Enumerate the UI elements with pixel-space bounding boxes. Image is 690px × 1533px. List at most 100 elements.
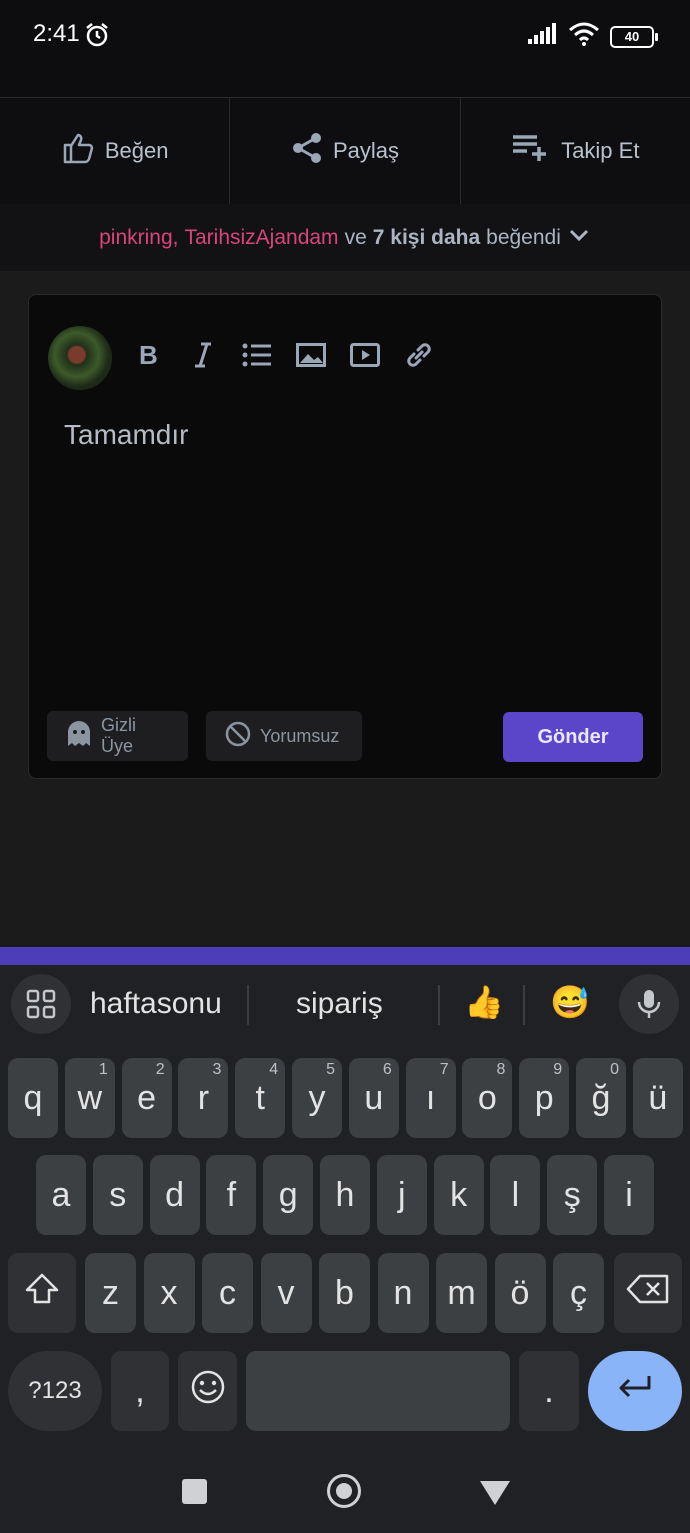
key[interactable]: ç — [553, 1253, 604, 1333]
key-label: w — [77, 1078, 103, 1117]
key[interactable]: s — [92, 1155, 143, 1235]
anonymous-member-toggle[interactable]: Gizli Üye — [47, 711, 188, 761]
suggestion-strip: haftasonu sipariş 👍 😅 — [0, 965, 690, 1045]
enter-key[interactable] — [588, 1351, 682, 1431]
no-comment-toggle[interactable]: Yorumsuz — [206, 711, 362, 761]
key[interactable]: q — [8, 1058, 58, 1138]
key[interactable]: i — [604, 1155, 654, 1235]
key[interactable]: d — [149, 1155, 200, 1235]
share-icon — [291, 132, 323, 170]
key-number-hint: 4 — [269, 1061, 279, 1078]
key[interactable]: c — [202, 1253, 253, 1333]
anonymous-label: Gizli Üye — [101, 715, 136, 756]
comma-key[interactable]: , — [111, 1351, 169, 1431]
emoji-suggestion[interactable]: 👍 — [464, 983, 504, 1021]
key[interactable]: a — [36, 1155, 86, 1235]
key[interactable]: j — [376, 1155, 427, 1235]
post-action-bar: Beğen Paylaş Takip Et — [0, 97, 690, 205]
svg-text:B: B — [139, 342, 158, 368]
apps-grid-icon[interactable] — [11, 974, 71, 1034]
key[interactable]: w1 — [64, 1058, 115, 1138]
key[interactable]: ı7 — [405, 1058, 456, 1138]
key[interactable]: r3 — [178, 1058, 229, 1138]
divider — [438, 985, 440, 1025]
recents-icon[interactable] — [182, 1479, 207, 1504]
microphone-icon[interactable] — [619, 974, 679, 1034]
key-label: ü — [648, 1078, 668, 1117]
key[interactable]: ü — [632, 1058, 683, 1138]
key[interactable]: y5 — [292, 1058, 342, 1138]
key[interactable]: ğ0 — [576, 1058, 626, 1138]
link-icon[interactable] — [404, 340, 434, 370]
key[interactable]: t4 — [235, 1058, 286, 1138]
share-button[interactable]: Paylaş — [230, 98, 461, 204]
key[interactable]: l — [490, 1155, 541, 1235]
chevron-down-icon[interactable] — [567, 223, 591, 253]
key[interactable]: p9 — [519, 1058, 570, 1138]
emoji-suggestion[interactable]: 😅 — [550, 983, 590, 1021]
alarm-icon — [84, 22, 110, 53]
shift-key[interactable] — [8, 1253, 76, 1333]
key-label: p — [534, 1078, 554, 1117]
key-label: o — [477, 1078, 497, 1117]
key[interactable]: f — [206, 1155, 257, 1235]
image-icon[interactable] — [296, 340, 326, 370]
key-label: ı — [425, 1078, 436, 1117]
send-button[interactable]: Gönder — [503, 712, 643, 762]
key-label: ğ — [591, 1078, 611, 1117]
key[interactable]: h — [320, 1155, 370, 1235]
key[interactable]: o8 — [462, 1058, 513, 1138]
period-key[interactable]: . — [519, 1351, 579, 1431]
playlist-add-icon — [511, 133, 551, 169]
key[interactable]: g — [263, 1155, 314, 1235]
signal-icon — [526, 23, 558, 50]
key[interactable]: x — [143, 1253, 195, 1333]
shift-icon — [24, 1272, 60, 1315]
key-label: t — [255, 1078, 265, 1117]
like-button[interactable]: Beğen — [0, 98, 231, 204]
follow-button[interactable]: Takip Et — [461, 98, 690, 204]
bold-icon[interactable]: B — [134, 340, 164, 370]
enter-icon — [615, 1372, 655, 1411]
no-comment-label: Yorumsuz — [260, 725, 340, 746]
key-number-hint: 9 — [553, 1061, 563, 1078]
key[interactable]: n — [377, 1253, 429, 1333]
key-number-hint: 0 — [610, 1061, 619, 1078]
key[interactable]: ö — [494, 1253, 546, 1333]
backspace-key[interactable] — [614, 1253, 682, 1333]
background-banner — [0, 947, 690, 965]
key-number-hint: 8 — [496, 1061, 506, 1078]
italic-icon[interactable] — [188, 340, 218, 370]
home-icon[interactable] — [327, 1474, 361, 1508]
suggestion-word[interactable]: haftasonu — [90, 987, 222, 1021]
battery-icon: 40 — [610, 25, 658, 48]
comment-input[interactable]: Tamamdır — [64, 419, 188, 451]
key[interactable]: v — [260, 1253, 312, 1333]
key[interactable]: k — [433, 1155, 484, 1235]
smiley-icon — [190, 1369, 226, 1414]
list-icon[interactable] — [242, 340, 272, 370]
key-label: r — [197, 1078, 210, 1117]
key[interactable]: u6 — [348, 1058, 399, 1138]
key-number-hint: 2 — [155, 1061, 165, 1078]
divider — [247, 985, 249, 1025]
key[interactable]: z — [85, 1253, 136, 1333]
follow-label: Takip Et — [561, 138, 640, 163]
suggestion-word[interactable]: sipariş — [296, 987, 383, 1021]
key[interactable]: e2 — [121, 1058, 172, 1138]
space-key[interactable] — [246, 1351, 510, 1431]
avatar — [48, 326, 112, 390]
symbols-key[interactable]: ?123 — [8, 1351, 102, 1431]
key[interactable]: m — [436, 1253, 487, 1333]
liker-name[interactable]: pinkring, — [99, 226, 178, 250]
thumbs-up-icon — [61, 131, 95, 171]
emoji-key[interactable] — [178, 1351, 237, 1431]
back-icon[interactable] — [480, 1481, 510, 1505]
video-icon[interactable] — [350, 340, 380, 370]
key[interactable]: ş — [547, 1155, 598, 1235]
key[interactable]: b — [319, 1253, 370, 1333]
ghost-icon — [65, 720, 93, 753]
likes-summary[interactable]: pinkring, TarihsizAjandam ve 7 kişi daha… — [0, 204, 690, 271]
backspace-icon — [626, 1274, 670, 1313]
liker-name[interactable]: TarihsizAjandam — [184, 226, 338, 250]
